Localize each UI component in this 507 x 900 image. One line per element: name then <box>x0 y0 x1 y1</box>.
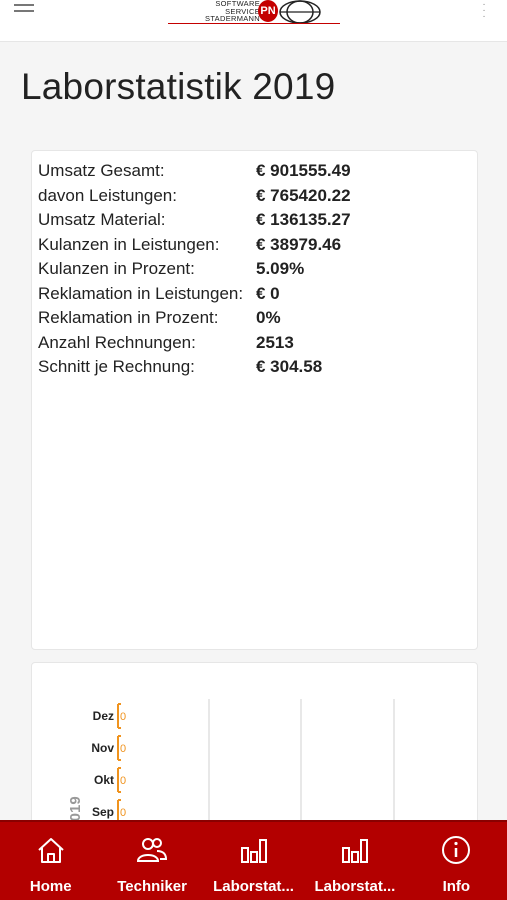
category-tick-label: Nov <box>91 741 114 755</box>
stat-label: Reklamation in Leistungen: <box>38 283 244 303</box>
bottom-tab-bar: Home Techniker Laborstat... Laborstat... Inf… <box>0 820 507 900</box>
stat-label: Kulanzen in Prozent: <box>38 259 195 278</box>
data-label: 0 <box>120 775 126 787</box>
stat-row: Kulanzen in Prozent: 5.09% <box>38 257 468 282</box>
tab-label: Laborstat... <box>314 878 396 895</box>
stat-value: € 901555.49 <box>256 161 351 180</box>
stat-value: € 765420.22 <box>256 185 351 205</box>
category-tick-label: Okt <box>94 773 114 787</box>
stat-row: Reklamation in Leistungen: € 0 <box>38 282 468 307</box>
stats-card: Umsatz Gesamt: € 901555.49 davon Leistunge… <box>31 150 478 650</box>
stat-value: € 38979.46 <box>256 234 342 254</box>
top-bar: SOFTWARE SERVICE STADERMANN PN · · · <box>0 0 507 42</box>
data-label: 0 <box>120 743 126 755</box>
tab-bar-chart-2[interactable]: Laborstat... <box>203 822 304 900</box>
tab-label: Laborstat... <box>213 878 294 895</box>
tab-users-1[interactable]: Techniker <box>101 822 202 900</box>
category-tick-label: Sep <box>92 805 114 819</box>
category-tick-label: Dez <box>93 709 114 723</box>
stat-label: Kulanzen in Leistungen: <box>38 234 220 254</box>
tab-info-4[interactable]: Info <box>406 822 507 900</box>
stats-list: Umsatz Gesamt: € 901555.49 davon Leistunge… <box>38 159 468 380</box>
stat-label: Reklamation in Prozent: <box>38 308 219 327</box>
tab-home-0[interactable]: Home <box>0 822 101 900</box>
stat-value: 2513 <box>256 332 294 352</box>
company-logo: SOFTWARE SERVICE STADERMANN PN <box>168 0 340 26</box>
stat-label: davon Leistungen: <box>38 185 177 205</box>
stat-label: Umsatz Gesamt: <box>38 161 165 180</box>
bar-chart-icon <box>240 839 267 863</box>
tab-label: Home <box>29 878 72 895</box>
tab-label: Techniker <box>117 878 187 895</box>
stat-row: Anzahl Rechnungen: 2513 <box>38 331 468 356</box>
users-icon <box>137 838 168 862</box>
stat-label: Schnitt je Rechnung: <box>38 357 195 376</box>
logo-mark: PN <box>258 0 278 22</box>
stat-row: Umsatz Gesamt: € 901555.49 <box>38 159 468 184</box>
data-label: 0 <box>120 807 126 819</box>
tab-label: Info <box>442 878 471 895</box>
logo-rings-icon <box>279 0 321 24</box>
stat-value: 0% <box>256 308 281 327</box>
more-vertical-icon[interactable]: · · · <box>479 0 489 22</box>
stat-row: Reklamation in Prozent: 0% <box>38 306 468 331</box>
stat-label: Umsatz Material: <box>38 210 166 229</box>
stat-label: Anzahl Rechnungen: <box>38 332 196 352</box>
stat-value: € 0 <box>256 283 280 303</box>
stat-row: davon Leistungen: € 765420.22 <box>38 184 468 209</box>
data-label: 0 <box>120 711 126 723</box>
stat-value: € 304.58 <box>256 357 323 376</box>
page-title: Laborstatistik 2019 <box>21 66 336 107</box>
stat-row: Schnitt je Rechnung: € 304.58 <box>38 355 468 380</box>
stat-value: € 136135.27 <box>256 210 351 229</box>
stat-row: Umsatz Material: € 136135.27 <box>38 208 468 233</box>
stat-value: 5.09% <box>256 259 305 278</box>
tab-bar-chart-3[interactable]: Laborstat... <box>304 822 405 900</box>
menu-icon[interactable] <box>14 4 38 22</box>
stat-row: Kulanzen in Leistungen: € 38979.46 <box>38 233 468 258</box>
logo-text: SOFTWARE SERVICE STADERMANN <box>205 0 260 23</box>
info-icon <box>442 836 471 864</box>
bar-chart-icon <box>341 839 368 863</box>
home-icon <box>38 838 64 863</box>
